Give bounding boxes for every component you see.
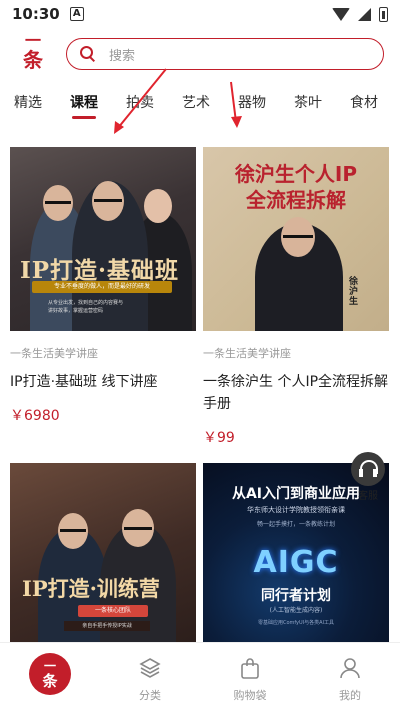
product-price: ￥99: [203, 430, 235, 446]
thumb-lines: 从专业出发，找到自己的内容赛与 讲好故事，掌握运营密码: [48, 299, 178, 315]
nav-profile[interactable]: 我的: [300, 643, 400, 710]
glasses-shape: [45, 201, 71, 204]
search-bar[interactable]: 搜索: [66, 38, 384, 70]
glasses-shape: [60, 529, 86, 532]
nav-home[interactable]: 一 条: [0, 643, 100, 710]
status-time: 10:30: [12, 5, 60, 23]
search-placeholder: 搜索: [109, 48, 136, 64]
home-line2: 条: [42, 672, 58, 690]
thumb-headline: 徐沪生个人IP 全流程拆解: [203, 161, 389, 213]
header: 一 条 搜索: [0, 30, 400, 80]
thumb-sub2: 畅一起手摸打，一条教练计划: [256, 521, 335, 528]
status-icons: [332, 6, 388, 22]
user-icon: [340, 658, 360, 679]
product-category: 一条生活美学讲座: [10, 347, 98, 360]
nav-bag-label: 购物袋: [233, 689, 267, 702]
home-logo-icon: 一 条: [29, 653, 71, 695]
thumb-plan-sub: (人工智能生成内容): [269, 607, 323, 614]
thumb-tag: 一条核心团队: [78, 605, 148, 617]
thumb-headline: IP打造·基础班: [20, 257, 180, 284]
wifi-icon: [332, 7, 350, 21]
thumb-line2: 讲好故事，掌握运营密码: [48, 308, 104, 314]
glasses-shape: [94, 199, 122, 202]
person-head: [144, 189, 172, 223]
product-card[interactable]: IP打造·基础班 专业不垂度的做人，而是最好的研发 从专业出发，找到自己的内容赛…: [10, 147, 196, 425]
thumb-headline2: 全流程拆解: [246, 188, 346, 212]
nav-category[interactable]: 分类: [100, 643, 200, 710]
app-screen: 10:30 A 一 条 搜索 精选 课程 拍卖 艺术 器物 茶叶 食材 IP打造…: [0, 0, 400, 710]
headset-icon: [351, 452, 385, 486]
yitiao-logo[interactable]: 一 条: [18, 31, 48, 76]
product-category: 一条生活美学讲座: [203, 347, 291, 360]
thumb-side-label: 徐沪生: [349, 277, 359, 307]
thumb-line: 亲自手把手传授IP实战: [64, 621, 150, 631]
signal-icon: [358, 7, 371, 21]
product-title[interactable]: IP打造·基础班 线下讲座: [10, 371, 196, 393]
status-bar: 10:30 A: [0, 0, 400, 28]
tab-qiwu[interactable]: 器物: [238, 92, 266, 112]
thumb-banner: 专业不垂度的做人，而是最好的研发: [32, 281, 172, 293]
nav-profile-label: 我的: [339, 689, 361, 702]
battery-icon: [379, 6, 388, 22]
product-image-ip-basic[interactable]: IP打造·基础班 专业不垂度的做人，而是最好的研发 从专业出发，找到自己的内容赛…: [10, 147, 196, 331]
search-icon: [79, 45, 97, 63]
product-card[interactable]: IP打造·训练营 一条核心团队 亲自手把手传授IP实战: [10, 463, 196, 647]
arrow-head-left: [114, 121, 124, 134]
category-tabs: 精选 课程 拍卖 艺术 器物 茶叶 食材: [0, 92, 400, 122]
tab-yishu[interactable]: 艺术: [182, 92, 210, 112]
nav-category-label: 分类: [139, 689, 161, 702]
thumb-headline1: 徐沪生个人IP: [234, 162, 358, 186]
thumb-sub1: 华东师大设计学院教授领衔亲课: [247, 506, 345, 514]
glasses-shape: [124, 527, 152, 530]
home-line1: 一: [43, 659, 56, 673]
nav-bag[interactable]: 购物袋: [200, 643, 300, 710]
tab-shicai[interactable]: 食材: [350, 92, 378, 112]
product-image-ip-handbook[interactable]: 徐沪生个人IP 全流程拆解 徐沪生: [203, 147, 389, 331]
thumb-plan: 同行者计划: [261, 588, 331, 604]
bottom-nav: 一 条 分类 购物袋 我的: [0, 642, 400, 710]
logo-line2: 条: [23, 48, 43, 72]
notification-icon: A: [69, 7, 84, 21]
product-image-ip-training[interactable]: IP打造·训练营 一条核心团队 亲自手把手传授IP实战: [10, 463, 196, 647]
customer-service-label: 客服: [358, 491, 378, 502]
thumb-foot: 零基础应用ComfyUI与各类AI工具: [257, 620, 335, 626]
product-title[interactable]: 一条徐沪生 个人IP全流程拆解手册: [203, 371, 389, 415]
customer-service-button[interactable]: 客服: [348, 452, 388, 502]
layers-icon: [139, 658, 161, 678]
glasses-shape: [283, 235, 313, 238]
thumb-line1: 从专业出发，找到自己的内容赛与: [48, 300, 124, 306]
tab-jingxuan[interactable]: 精选: [14, 92, 42, 112]
thumb-big-title: AIGC: [253, 545, 339, 580]
shopping-bag-icon: [241, 658, 259, 679]
product-price: ￥6980: [10, 408, 60, 424]
product-card[interactable]: 徐沪生个人IP 全流程拆解 徐沪生 一条生活美学讲座 一条徐沪生 个人IP全流程…: [203, 147, 389, 447]
logo-line1: 一: [24, 31, 41, 50]
tab-kecheng[interactable]: 课程: [70, 92, 98, 119]
tab-paimai[interactable]: 拍卖: [126, 92, 154, 112]
thumb-headline: IP打造·训练营: [22, 576, 160, 601]
tab-chaye[interactable]: 茶叶: [294, 92, 322, 112]
